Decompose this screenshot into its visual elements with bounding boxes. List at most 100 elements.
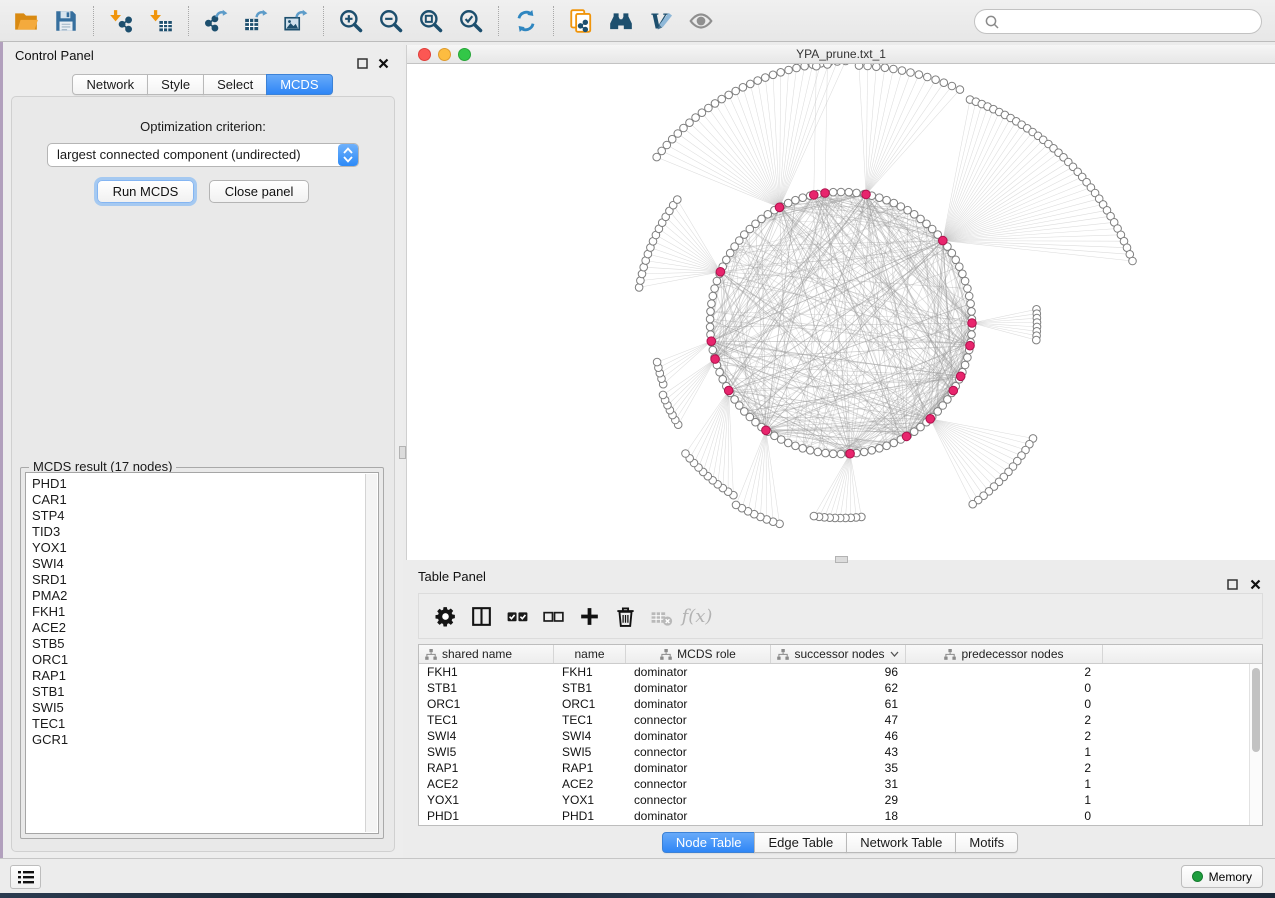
function-builder-button[interactable]: f(x) [679,598,715,634]
network-window-titlebar: YPA_prune.txt_1 [407,45,1275,64]
vertical-splitter[interactable] [399,446,406,459]
cell-successor-nodes: 61 [771,696,906,712]
network-canvas[interactable] [407,64,1275,559]
table-settings-button[interactable] [427,598,463,634]
show-hide-button[interactable] [681,4,721,38]
delete-columns-button[interactable] [607,598,643,634]
zoom-out-button[interactable] [371,4,411,38]
export-table-icon [243,8,269,34]
mcds-result-item[interactable]: STP4 [32,508,378,524]
mcds-result-item[interactable]: RAP1 [32,668,378,684]
mcds-result-item[interactable]: ACE2 [32,620,378,636]
zoom-fit-button[interactable] [411,4,451,38]
column-header-mcds-role[interactable]: MCDS role [626,645,771,663]
table-row[interactable]: FKH1FKH1dominator962 [419,664,1262,680]
zoom-in-button[interactable] [331,4,371,38]
table-row[interactable]: PHD1PHD1dominator180 [419,808,1262,824]
close-window-icon[interactable] [418,48,431,61]
mcds-result-item[interactable]: SRD1 [32,572,378,588]
cell-shared-name: ACE2 [419,776,554,792]
cell-shared-name: STB1 [419,680,554,696]
mcds-result-item[interactable]: PHD1 [32,476,378,492]
column-header-filler [1103,645,1262,663]
export-network-button[interactable] [196,4,236,38]
import-table-button[interactable] [141,4,181,38]
cell-successor-nodes: 35 [771,760,906,776]
cell-mcds-role: dominator [626,696,771,712]
table-row[interactable]: ORC1ORC1dominator610 [419,696,1262,712]
float-panel-icon[interactable] [357,51,369,63]
tab-select[interactable]: Select [203,74,267,95]
tab-edge-table[interactable]: Edge Table [754,832,847,853]
optimization-criterion-select[interactable]: largest connected component (undirected) [47,143,359,167]
panel-menu-button[interactable] [10,865,41,889]
close-table-panel-icon[interactable] [1250,572,1262,584]
mcds-result-item[interactable]: SWI5 [32,700,378,716]
tab-mcds[interactable]: MCDS [266,74,332,95]
column-type-icon [777,649,789,660]
tab-node-table[interactable]: Node Table [662,832,756,853]
close-panel-button[interactable]: Close panel [209,180,310,203]
cell-successor-nodes: 43 [771,744,906,760]
mcds-result-item[interactable]: CAR1 [32,492,378,508]
tab-motifs[interactable]: Motifs [955,832,1018,853]
add-column-icon [577,604,602,629]
mcds-result-item[interactable]: TID3 [32,524,378,540]
export-image-button[interactable] [276,4,316,38]
zoom-selected-button[interactable] [451,4,491,38]
table-row[interactable]: SWI4SWI4dominator462 [419,728,1262,744]
mcds-result-item[interactable]: SWI4 [32,556,378,572]
export-table-button[interactable] [236,4,276,38]
mcds-result-item[interactable]: FKH1 [32,604,378,620]
clone-network-button[interactable] [561,4,601,38]
search-input[interactable] [1001,12,1261,32]
tab-network[interactable]: Network [72,74,148,95]
column-header-predecessor-nodes[interactable]: predecessor nodes [906,645,1103,663]
select-all-columns-button[interactable] [499,598,535,634]
table-row[interactable]: YOX1YOX1connector291 [419,792,1262,808]
column-header-name[interactable]: name [554,645,626,663]
tab-network-table[interactable]: Network Table [846,832,956,853]
clone-network-icon [568,8,594,34]
list-scrollbar[interactable] [365,474,377,832]
table-scrollbar[interactable] [1249,664,1262,825]
table-row[interactable]: ACE2ACE2connector311 [419,776,1262,792]
table-row[interactable]: SWI5SWI5connector431 [419,744,1262,760]
scrollbar-thumb[interactable] [1252,668,1260,752]
mcds-result-item[interactable]: STB1 [32,684,378,700]
save-session-button[interactable] [46,4,86,38]
memory-button[interactable]: Memory [1181,865,1263,888]
search-network-button[interactable] [601,4,641,38]
maximize-window-icon[interactable] [458,48,471,61]
add-column-button[interactable] [571,598,607,634]
column-header-shared-name[interactable]: shared name [419,645,554,663]
mcds-result-item[interactable]: TEC1 [32,716,378,732]
close-panel-icon[interactable] [378,51,390,63]
run-mcds-button[interactable]: Run MCDS [97,180,195,203]
refresh-network-button[interactable] [506,4,546,38]
mcds-result-item[interactable]: STB5 [32,636,378,652]
column-header-successor-nodes[interactable]: successor nodes [771,645,906,663]
cell-successor-nodes: 46 [771,728,906,744]
deselect-all-columns-button[interactable] [535,598,571,634]
mcds-result-item[interactable]: YOX1 [32,540,378,556]
vizmapper-button[interactable]: V [641,4,681,38]
table-row[interactable]: RAP1RAP1dominator352 [419,760,1262,776]
cell-mcds-role: dominator [626,760,771,776]
mcds-result-item[interactable]: PMA2 [32,588,378,604]
mcds-result-item[interactable]: ORC1 [32,652,378,668]
minimize-window-icon[interactable] [438,48,451,61]
open-file-button[interactable] [6,4,46,38]
table-row[interactable]: TEC1TEC1connector472 [419,712,1262,728]
column-visibility-button[interactable] [463,598,499,634]
table-row[interactable]: STB1STB1dominator620 [419,680,1262,696]
float-table-panel-icon[interactable] [1227,572,1239,584]
memory-status-icon [1192,871,1203,882]
horizontal-splitter[interactable] [835,556,848,563]
import-network-button[interactable] [101,4,141,38]
delete-table-button[interactable] [643,598,679,634]
mcds-result-item[interactable]: GCR1 [32,732,378,748]
tab-style[interactable]: Style [147,74,204,95]
cell-name: SWI4 [554,728,626,744]
cell-predecessor-nodes: 2 [906,728,1103,744]
